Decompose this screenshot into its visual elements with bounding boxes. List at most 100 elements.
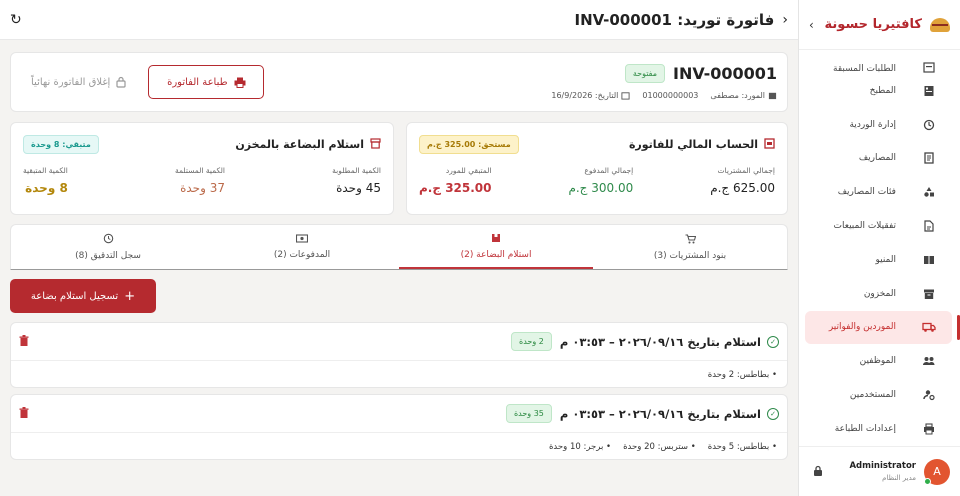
calendar-icon <box>621 92 630 100</box>
supplier-meta: المورد: مصطفى <box>710 91 777 100</box>
sidebar-item-employees[interactable]: الموظفين <box>805 344 952 378</box>
receipt-item: • برجر: 10 وحدة <box>548 441 612 452</box>
tab-payments[interactable]: المدفوعات (2) <box>205 225 399 269</box>
category-icon <box>922 185 936 199</box>
supplier-name: المورد: مصطفى <box>710 91 765 100</box>
report-icon <box>922 219 936 233</box>
phone-meta: 01000000003 <box>642 91 698 100</box>
sidebar-item-sales-reports[interactable]: تفقيلات المبيعات <box>805 209 952 243</box>
sidebar-nav: الطلبات المسبقة المطبخ إدارة الوردية الم… <box>799 50 960 446</box>
stat-qty-received: الكمية المستلمة 37 وحدة <box>175 166 225 195</box>
sidebar-item-label: المصاريف <box>858 153 896 164</box>
stat-value: 37 وحدة <box>180 181 225 195</box>
refresh-icon[interactable]: ↻ <box>10 12 22 28</box>
tab-goods-receipt[interactable]: استلام البضاعة (2) <box>399 225 593 269</box>
sidebar-item-label: الموردين والفواتير <box>828 322 896 333</box>
history-icon <box>103 233 114 247</box>
box-icon <box>370 137 381 152</box>
print-invoice-button[interactable]: طباعة الفاتورة <box>148 65 265 99</box>
financial-title: الحساب المالي للفاتورة <box>628 138 758 151</box>
stat-label: إجمالي المدفوع <box>584 166 634 175</box>
stat-value: 625.00 ج.م <box>710 181 775 195</box>
truck-icon <box>922 320 936 334</box>
print-invoice-label: طباعة الفاتورة <box>167 76 228 88</box>
back-arrow-icon[interactable]: ‹ <box>782 12 788 28</box>
receipt-qty-badge: 2 وحدة <box>511 332 552 351</box>
stat-label: الكمية المتبقية <box>23 166 68 175</box>
receipt-item: • ستربس: 20 وحدة <box>623 441 696 452</box>
stat-label: المتبقي للمورد <box>445 166 492 175</box>
sidebar-item-label: المستخدمين <box>849 390 896 401</box>
receipt-item: • بطاطس: 2 وحدة <box>707 369 777 380</box>
lock-icon <box>116 76 126 88</box>
stat-value: 300.00 ج.م <box>568 181 634 195</box>
user-info: Administrator مدير النظام <box>823 461 916 482</box>
sidebar-item-expenses[interactable]: المصاريف <box>805 142 952 176</box>
sidebar-item-suppliers-invoices[interactable]: الموردين والفواتير <box>805 310 960 345</box>
receipt-icon <box>922 151 936 165</box>
financial-card: الحساب المالي للفاتورة مستحق: 325.00 ج.م… <box>406 122 788 215</box>
plus-icon: + <box>124 288 136 304</box>
stat-total-paid: إجمالي المدفوع 300.00 ج.م <box>568 166 633 195</box>
receipt-qty-badge: 35 وحدة <box>505 404 552 423</box>
stock-title: استلام البضاعة بالمخزن <box>235 138 364 151</box>
lock-icon[interactable] <box>809 462 823 481</box>
sidebar-item-print-settings[interactable]: إعدادات الطباعة <box>805 412 952 446</box>
tab-label: المدفوعات (2) <box>273 250 331 260</box>
tab-purchase-items[interactable]: بنود المشتريات (3) <box>593 225 787 269</box>
stat-value: 8 وحدة <box>25 181 68 195</box>
stat-label: الكمية المستلمة <box>174 166 225 175</box>
sidebar-item-label: فئات المصاريف <box>837 187 896 198</box>
sidebar-item-menu[interactable]: المنيو <box>805 243 952 277</box>
sidebar-item-label: تفقيلات المبيعات <box>833 221 896 232</box>
sidebar-item-users[interactable]: المستخدمين <box>805 378 952 412</box>
inventory-icon <box>922 287 936 301</box>
sidebar-item-label: إعدادات الطباعة <box>834 423 896 434</box>
sidebar-item-label: المنيو <box>875 254 896 265</box>
collapse-sidebar-button[interactable]: › <box>809 18 814 32</box>
online-status-dot <box>924 477 931 485</box>
sidebar-item-expense-categories[interactable]: فئات المصاريف <box>805 175 952 209</box>
sidebar-item-inventory[interactable]: المخزون <box>805 277 952 311</box>
stock-receipt-card: استلام البضاعة بالمخزن متبقي: 8 وحدة الك… <box>10 122 394 215</box>
receipt-item-text: برجر: 10 وحدة <box>548 441 604 452</box>
stat-total-purchases: إجمالي المشتريات 625.00 ج.م <box>710 166 775 195</box>
user-name: Administrator <box>849 461 916 471</box>
sidebar-item-shift[interactable]: إدارة الوردية <box>805 108 952 142</box>
receipt-title: استلام بتاريخ ٢٠٢٦/٠٩/١٦ – ٠٣:٥٣ م <box>559 334 761 349</box>
close-invoice-button[interactable]: إغلاق الفاتورة نهائياً <box>21 76 130 88</box>
page-title: فاتورة توريد: INV-000001 <box>574 10 775 29</box>
receipt-item-text: بطاطس: 5 وحدة <box>707 441 770 452</box>
kitchen-icon <box>922 84 936 98</box>
stat-value: 325.00 ج.م <box>419 181 492 195</box>
current-user: A Administrator مدير النظام <box>799 446 960 496</box>
burger-logo-icon <box>930 17 950 32</box>
box-icon <box>491 233 501 246</box>
stat-label: إجمالي المشتريات <box>717 166 776 175</box>
sidebar-item-label: الموظفين <box>859 356 896 367</box>
delete-receipt-icon[interactable] <box>19 334 29 349</box>
remaining-badge: متبقي: 8 وحدة <box>23 135 99 154</box>
tab-label: استلام البضاعة (2) <box>460 249 532 260</box>
add-receipt-label: تسجيل استلام بضاعة <box>30 290 119 302</box>
receipt-title: استلام بتاريخ ٢٠٢٦/٠٩/١٦ – ٠٣:٥٣ م <box>559 406 761 421</box>
add-receipt-button[interactable]: + تسجيل استلام بضاعة <box>10 279 156 313</box>
invoice-meta: المورد: مصطفى 01000000003 التاريخ: 16/9/… <box>264 91 777 100</box>
receipt-items: • بطاطس: 2 وحدة <box>11 361 787 388</box>
invoice-number: INV-000001 <box>673 64 777 83</box>
receipt-card: ✓ استلام بتاريخ ٢٠٢٦/٠٩/١٦ – ٠٣:٥٣ م 2 و… <box>10 322 788 388</box>
date-meta: التاريخ: 16/9/2026 <box>551 91 630 100</box>
sidebar-item-label: الطلبات المسبقة <box>833 64 896 74</box>
sidebar-item-label: إدارة الوردية <box>849 119 896 130</box>
people-icon <box>922 354 936 368</box>
sidebar-item-preorders[interactable]: الطلبات المسبقة <box>805 54 952 74</box>
sidebar-item-kitchen[interactable]: المطبخ <box>805 74 952 108</box>
stat-value: 45 وحدة <box>336 181 381 195</box>
avatar[interactable]: A <box>924 458 950 485</box>
delete-receipt-icon[interactable] <box>19 406 29 421</box>
shift-icon <box>922 118 936 132</box>
sidebar-item-label: المطبخ <box>869 85 896 96</box>
tab-label: سجل التدقيق (8) <box>75 251 141 261</box>
tab-audit-log[interactable]: سجل التدقيق (8) <box>11 225 205 269</box>
menu-book-icon <box>922 253 936 267</box>
